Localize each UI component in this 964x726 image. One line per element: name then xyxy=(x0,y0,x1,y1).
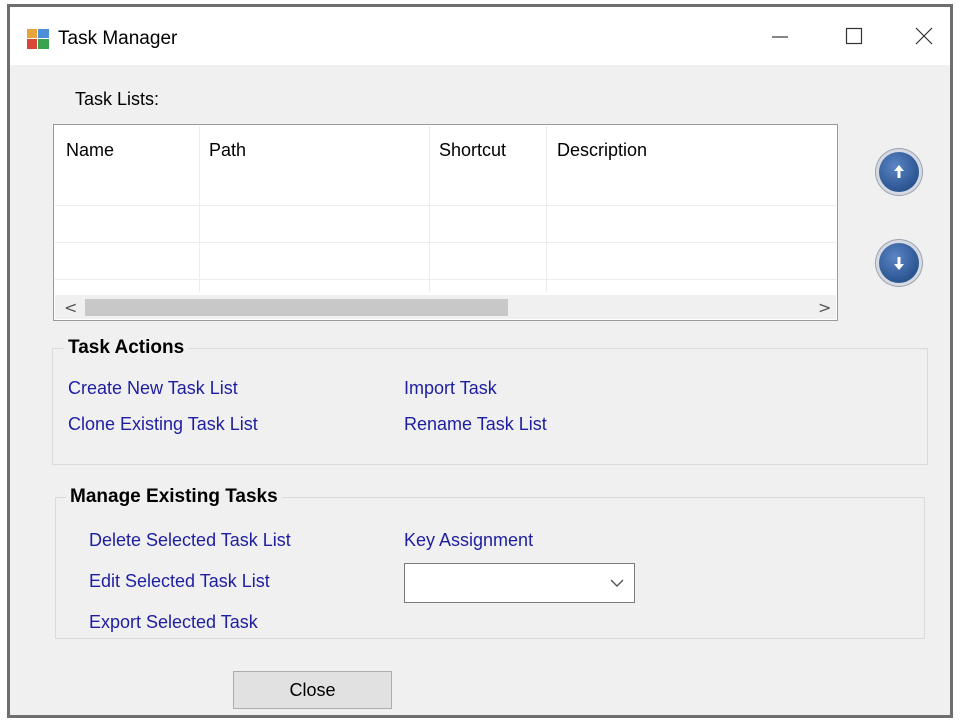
column-divider xyxy=(546,126,547,292)
key-assignment-label: Key Assignment xyxy=(404,530,534,550)
row-divider xyxy=(55,242,836,243)
maximize-button[interactable] xyxy=(824,7,884,65)
column-divider xyxy=(429,126,430,292)
edit-selected-task-list-link[interactable]: Edit Selected Task List xyxy=(89,571,270,592)
chevron-down-icon xyxy=(610,579,624,587)
title-bar[interactable]: Task Manager xyxy=(10,7,950,65)
column-header-path[interactable]: Path xyxy=(209,140,246,161)
arrow-up-icon xyxy=(894,165,904,178)
window-title: Task Manager xyxy=(58,28,178,49)
create-new-task-list-link[interactable]: Create New Task List xyxy=(68,378,238,399)
task-actions-title: Task Actions xyxy=(64,337,189,359)
column-divider xyxy=(199,126,200,292)
task-actions-group xyxy=(52,348,928,465)
row-divider xyxy=(55,205,836,206)
close-icon xyxy=(915,27,933,45)
maximize-icon xyxy=(845,27,863,45)
horizontal-scrollbar[interactable]: < > xyxy=(55,295,836,319)
manage-existing-tasks-title: Manage Existing Tasks xyxy=(66,486,282,508)
task-lists-table[interactable]: Name Path Shortcut Description < > xyxy=(53,124,838,321)
task-lists-label: Task Lists: xyxy=(75,89,160,109)
column-header-description[interactable]: Description xyxy=(557,140,647,161)
minimize-button[interactable] xyxy=(750,7,810,65)
scroll-left-arrow[interactable]: < xyxy=(64,298,77,317)
arrow-down-icon xyxy=(894,257,904,270)
minimize-icon xyxy=(772,36,788,38)
close-window-button[interactable] xyxy=(898,7,950,65)
move-up-button[interactable] xyxy=(879,152,919,192)
app-icon xyxy=(27,29,49,49)
import-task-link[interactable]: Import Task xyxy=(404,378,497,399)
key-assignment-dropdown[interactable] xyxy=(404,563,635,603)
clone-existing-task-list-link[interactable]: Clone Existing Task List xyxy=(68,414,258,435)
export-selected-task-link[interactable]: Export Selected Task xyxy=(89,612,258,633)
move-down-button[interactable] xyxy=(879,243,919,283)
column-header-name[interactable]: Name xyxy=(66,140,114,161)
scroll-right-arrow[interactable]: > xyxy=(818,298,831,317)
scrollbar-thumb[interactable] xyxy=(85,299,508,316)
row-divider xyxy=(55,279,836,280)
close-button[interactable]: Close xyxy=(233,671,392,709)
delete-selected-task-list-link[interactable]: Delete Selected Task List xyxy=(89,530,291,551)
rename-task-list-link[interactable]: Rename Task List xyxy=(404,414,547,435)
column-header-shortcut[interactable]: Shortcut xyxy=(439,140,506,161)
